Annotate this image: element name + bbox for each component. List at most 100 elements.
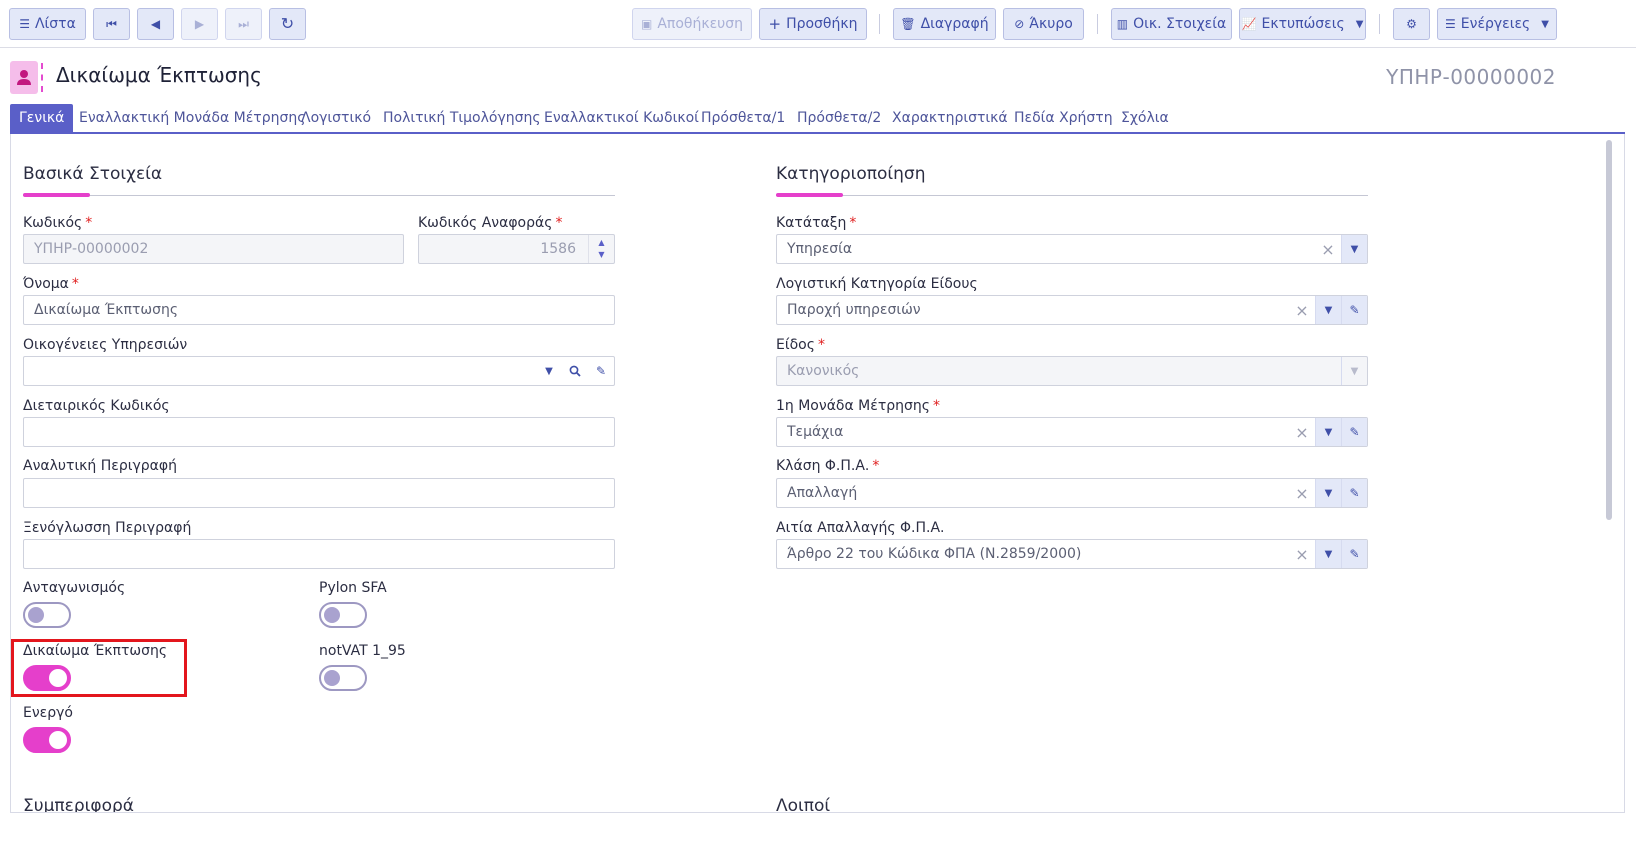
tab-characteristics[interactable]: Χαρακτηριστικά [892, 104, 1008, 132]
section-title-basic: Βασικά Στοιχεία [23, 164, 163, 184]
active-toggle[interactable] [23, 727, 71, 753]
actions-dropdown[interactable]: ☰ Ενέργειες ▼ [1437, 8, 1557, 40]
edit-pencil-icon[interactable]: ✎ [1341, 479, 1367, 507]
edit-pencil-icon[interactable]: ✎ [1341, 296, 1367, 324]
settings-button[interactable]: ⚙ [1393, 8, 1430, 40]
code-label: Κωδικός * [23, 215, 93, 231]
section-divider [776, 195, 1368, 196]
trash-icon: 🗑 [900, 17, 916, 31]
dropdown-icon[interactable]: ▼ [1315, 479, 1341, 507]
tab-additional-2[interactable]: Πρόσθετα/2 [797, 104, 881, 132]
category-select[interactable]: Υπηρεσία × ▼ [776, 234, 1368, 264]
code-field[interactable]: ΥΠΗΡ-00000002 [23, 234, 404, 264]
dropdown-icon: ▼ [1341, 357, 1367, 385]
first-record-icon: ⏮ [106, 17, 117, 31]
tab-general[interactable]: Γενικά [10, 104, 74, 132]
accounting-category-select[interactable]: Παροχή υπηρεσιών × ▼ ✎ [776, 295, 1368, 325]
list-button[interactable]: ☰ Λίστα [9, 8, 86, 40]
tab-bar: Γενικά Εναλλακτική Μονάδα Μέτρησης Λογισ… [10, 104, 1625, 134]
notvat-toggle[interactable] [319, 665, 367, 691]
intercompany-code-field[interactable] [23, 417, 615, 447]
prints-dropdown[interactable]: 📈 Εκτυπώσεις ▼ [1239, 8, 1366, 40]
last-record-icon: ⏭ [238, 17, 249, 31]
financial-data-button[interactable]: ▥ Οικ. Στοιχεία [1111, 8, 1232, 40]
name-field[interactable]: Δικαίωμα Έκπτωσης [23, 295, 615, 325]
delete-button-label: Διαγραφή [920, 16, 989, 32]
next-record-button[interactable]: ▶ [181, 8, 218, 40]
tab-pricing-policy[interactable]: Πολιτική Τιμολόγησης [383, 104, 541, 132]
dropdown-icon[interactable]: ▼ [1315, 418, 1341, 446]
previous-record-button[interactable]: ◀ [137, 8, 174, 40]
vertical-scrollbar[interactable] [1606, 140, 1612, 520]
pylon-sfa-toggle[interactable] [319, 602, 367, 628]
first-record-button[interactable]: ⏮ [93, 8, 130, 40]
number-spinner[interactable]: ▲ ▼ [588, 235, 614, 263]
tab-additional-1[interactable]: Πρόσθετα/1 [701, 104, 785, 132]
clear-icon[interactable]: × [1289, 296, 1315, 324]
service-families-field[interactable]: ▼ ✎ [23, 356, 615, 386]
tab-alternative-codes[interactable]: Εναλλακτικοί Κωδικοί [544, 104, 699, 132]
dropdown-icon[interactable]: ▼ [1341, 235, 1367, 263]
ban-icon: ⊘ [1014, 17, 1025, 31]
kind-label: Είδος * [776, 337, 825, 353]
record-code: ΥΠΗΡ-00000002 [1386, 65, 1556, 89]
previous-record-icon: ◀ [150, 17, 161, 31]
uom-select[interactable]: Τεμάχια × ▼ ✎ [776, 417, 1368, 447]
cancel-button[interactable]: ⊘ Άκυρο [1003, 8, 1084, 40]
pylon-sfa-label: Pylon SFA [319, 580, 387, 596]
clear-icon[interactable]: × [1289, 479, 1315, 507]
delete-button[interactable]: 🗑 Διαγραφή [893, 8, 996, 40]
uom-label: 1η Μονάδα Μέτρησης * [776, 398, 940, 414]
save-button[interactable]: ▣ Αποθήκευση [632, 8, 752, 40]
vat-exemption-select[interactable]: Άρθρο 22 του Κώδικα ΦΠΑ (Ν.2859/2000) × … [776, 539, 1368, 569]
tab-user-fields[interactable]: Πεδία Χρήστη [1014, 104, 1113, 132]
plus-icon: + [768, 14, 782, 33]
service-families-label: Οικογένειες Υπηρεσιών [23, 337, 188, 353]
user-card-icon [10, 61, 43, 94]
save-icon: ▣ [640, 17, 653, 31]
kind-select[interactable]: Κανονικός ▼ [776, 356, 1368, 386]
spin-up-icon[interactable]: ▲ [598, 237, 604, 249]
spin-down-icon[interactable]: ▼ [598, 249, 604, 261]
prints-label: Εκτυπώσεις [1261, 16, 1345, 32]
bottom-border [10, 812, 1625, 853]
financial-data-label: Οικ. Στοιχεία [1133, 16, 1227, 32]
add-button-label: Προσθήκη [786, 16, 858, 32]
list-icon: ☰ [19, 17, 30, 31]
detailed-description-field[interactable] [23, 478, 615, 508]
gears-icon: ⚙ [1406, 17, 1417, 31]
tab-alternative-uom[interactable]: Εναλλακτική Μονάδα Μέτρησης [79, 104, 305, 132]
edit-pencil-icon[interactable]: ✎ [1341, 540, 1367, 568]
clear-icon[interactable]: × [1315, 235, 1341, 263]
edit-pencil-icon[interactable]: ✎ [1341, 418, 1367, 446]
foreign-description-field[interactable] [23, 539, 615, 569]
clear-icon[interactable]: × [1289, 418, 1315, 446]
bar-chart-icon: ▥ [1116, 17, 1129, 31]
refresh-button[interactable]: ↻ [269, 8, 306, 40]
competition-toggle[interactable] [23, 602, 71, 628]
clear-icon[interactable]: × [1289, 540, 1315, 568]
dropdown-icon[interactable]: ▼ [1315, 296, 1341, 324]
add-button[interactable]: + Προσθήκη [759, 8, 867, 40]
search-icon[interactable] [562, 357, 588, 385]
section-title-classification: Κατηγοριοποίηση [776, 164, 926, 184]
tab-accounting[interactable]: Λογιστικό [301, 104, 371, 132]
vat-class-select[interactable]: Απαλλαγή × ▼ ✎ [776, 478, 1368, 508]
notvat-label: notVAT 1_95 [319, 643, 406, 659]
vat-class-label: Κλάση Φ.Π.Α. * [776, 458, 880, 474]
line-chart-icon: 📈 [1241, 17, 1257, 31]
tab-comments[interactable]: Σχόλια [1121, 104, 1169, 132]
toolbar: ☰ Λίστα ⏮ ◀ ▶ ⏭ ↻ ▣ Αποθήκευση + Προσθήκ… [0, 0, 1636, 48]
next-record-icon: ▶ [194, 17, 205, 31]
caret-down-icon: ▼ [1541, 18, 1549, 30]
actions-label: Ενέργειες [1460, 16, 1531, 32]
last-record-button[interactable]: ⏭ [225, 8, 262, 40]
caret-down-icon: ▼ [1355, 18, 1364, 30]
intercompany-code-label: Διεταιρικός Κωδικός [23, 398, 170, 414]
dropdown-icon[interactable]: ▼ [1315, 540, 1341, 568]
dropdown-icon[interactable]: ▼ [536, 357, 562, 385]
edit-pencil-icon[interactable]: ✎ [588, 357, 614, 385]
reference-code-field[interactable]: 1586 ▲ ▼ [418, 234, 615, 264]
detailed-description-label: Αναλυτική Περιγραφή [23, 458, 177, 474]
toolbar-separator [1379, 14, 1380, 34]
